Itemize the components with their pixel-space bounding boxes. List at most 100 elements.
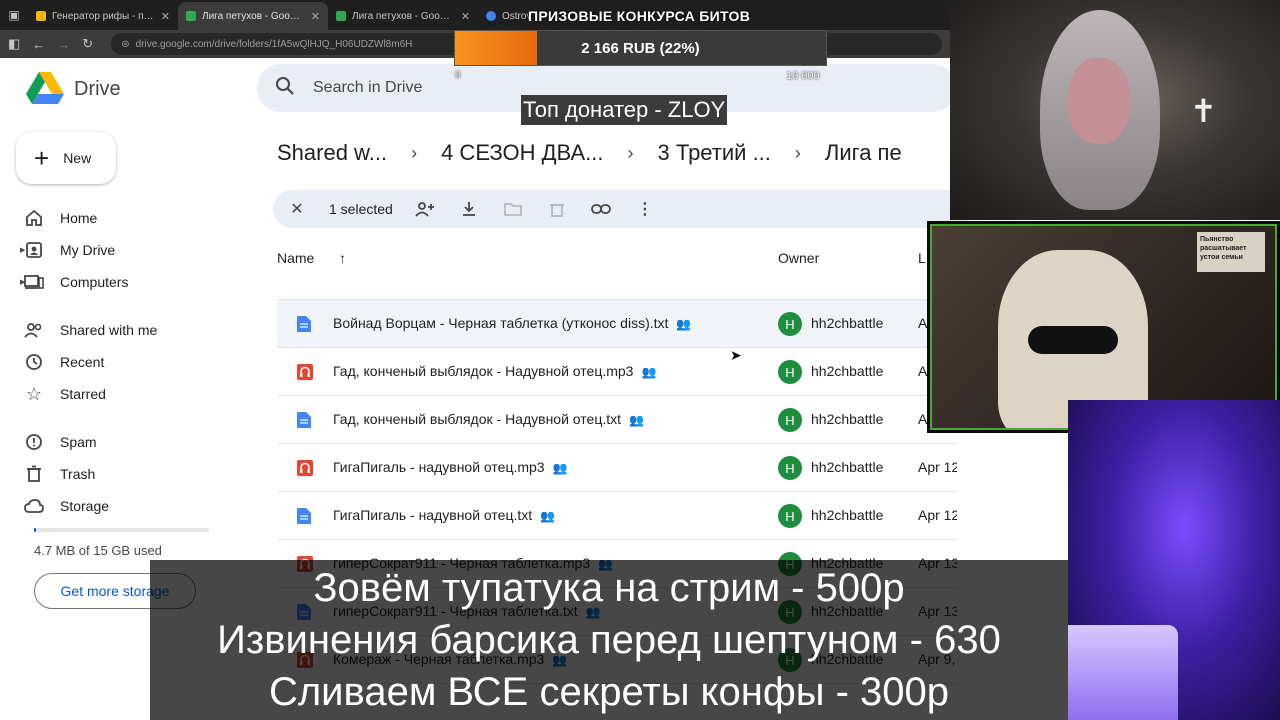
- owner-avatar: H: [778, 456, 802, 480]
- donation-captions: Зовём тупатука на стрим - 500р Извинения…: [150, 560, 1068, 720]
- clear-selection-icon[interactable]: ✕: [285, 199, 309, 219]
- last-modified: Apr 12, 2026: [918, 459, 957, 475]
- streamer-mask: [1068, 58, 1130, 144]
- owner-name: hh2chbattle: [811, 363, 884, 379]
- brand-name: Drive: [74, 77, 121, 100]
- file-name: ГигаПигаль - надувной отец.txt 👥: [333, 507, 556, 523]
- download-icon[interactable]: [457, 201, 481, 217]
- sidebar-item-starred[interactable]: ☆ Starred: [24, 384, 106, 404]
- shared-people-icon: 👥: [540, 509, 556, 523]
- owner-avatar: H: [778, 504, 802, 528]
- search-icon[interactable]: [275, 76, 295, 101]
- sort-ascending-icon[interactable]: ↑: [339, 250, 346, 266]
- tab-favicon-icon: [336, 11, 346, 21]
- owner-name: hh2chbattle: [811, 315, 884, 331]
- donation-goal-title: ПРИЗОВЫЕ КОНКУРСА БИТОВ: [528, 8, 751, 24]
- audio-file-icon: [297, 460, 313, 476]
- webcam-feed-3: [1068, 400, 1280, 720]
- sidebar-item-label: Computers: [60, 274, 129, 290]
- trash-icon: [24, 464, 44, 484]
- sidebar-item-shared-with-me[interactable]: Shared with me: [24, 320, 157, 340]
- expand-caret-icon[interactable]: ▶: [20, 278, 25, 286]
- sidebar-item-label: Spam: [60, 434, 97, 450]
- sidebar-item-trash[interactable]: Trash: [24, 464, 95, 484]
- delete-icon[interactable]: [545, 201, 569, 217]
- close-tab-icon[interactable]: ✕: [461, 10, 470, 23]
- breadcrumb-item[interactable]: Shared w...: [277, 140, 387, 166]
- column-header-name[interactable]: Name: [277, 250, 314, 266]
- wall-poster-text: Пьянство расшатывает устои семьи: [1197, 232, 1265, 272]
- sidebar-item-computers[interactable]: ▶ Computers: [20, 272, 129, 292]
- column-header-modified[interactable]: L: [918, 250, 926, 266]
- drive-logo[interactable]: Drive: [26, 72, 121, 106]
- breadcrumb-item[interactable]: 4 СЕЗОН ДВА...: [441, 140, 603, 166]
- sidebar-item-storage[interactable]: Storage: [24, 496, 109, 516]
- forward-icon[interactable]: →: [57, 37, 70, 52]
- more-actions-icon[interactable]: ⋮: [633, 199, 657, 219]
- sidebar-item-my-drive[interactable]: ▶ My Drive: [20, 240, 115, 260]
- donation-amount: 2 166 RUB (22%): [581, 40, 700, 57]
- sunglasses: [1028, 326, 1118, 354]
- search-input[interactable]: Search in Drive: [313, 79, 422, 97]
- tab-search-icon[interactable]: ▣: [0, 0, 28, 30]
- browser-tab[interactable]: Генератор рифы - подобрать ✕: [28, 2, 178, 30]
- sidebar-item-home[interactable]: Home: [24, 208, 97, 228]
- browser-tab-strip: ▣ Генератор рифы - подобрать ✕ Лига пету…: [0, 0, 950, 30]
- document-file-icon: [297, 412, 313, 428]
- caption-line: Зовём тупатука на стрим - 500р: [313, 566, 905, 610]
- table-row[interactable]: ГигаПигаль - надувной отец.mp3 👥 Hhh2chbat…: [277, 444, 957, 492]
- site-info-icon[interactable]: ⊜: [121, 39, 129, 50]
- document-file-icon: [297, 508, 313, 524]
- new-button[interactable]: + New: [16, 132, 116, 184]
- top-donor-label: Топ донатер - ZLOY: [521, 95, 728, 125]
- copy-link-icon[interactable]: [589, 203, 613, 215]
- sidebar-item-recent[interactable]: Recent: [24, 352, 104, 372]
- close-tab-icon[interactable]: ✕: [161, 10, 170, 23]
- owner-avatar: H: [778, 408, 802, 432]
- last-modified: A: [918, 411, 928, 427]
- owner-name: hh2chbattle: [811, 507, 884, 523]
- tab-favicon-icon: [186, 11, 196, 21]
- shared-people-icon: 👥: [641, 365, 657, 379]
- share-add-person-icon[interactable]: [413, 201, 437, 217]
- screen: ▣ Генератор рифы - подобрать ✕ Лига пету…: [0, 0, 1280, 720]
- table-row[interactable]: Гад, конченый выблядок - Надувной отец.t…: [277, 396, 957, 444]
- sidebar-toggle-icon[interactable]: ◧: [8, 36, 20, 52]
- table-row[interactable]: ГигаПигаль - надувной отец.txt 👥 Hhh2chbat…: [277, 492, 957, 540]
- back-icon[interactable]: ←: [32, 37, 45, 52]
- sidebar-item-label: Shared with me: [60, 322, 158, 338]
- tab-title: Лига петухов - Google Drive: [202, 10, 305, 22]
- new-button-label: New: [63, 150, 92, 166]
- browser-tab[interactable]: Лига петухов - Google Drive ✕: [328, 2, 478, 30]
- last-modified: Apr 12, 2026: [918, 507, 957, 523]
- webcam-feed-1: ✝: [950, 0, 1280, 220]
- star-icon: ☆: [25, 383, 43, 404]
- tab-title: Лига петухов - Google Drive: [352, 10, 455, 22]
- move-icon[interactable]: [501, 201, 525, 217]
- mouse-pointer-icon: ➤: [730, 347, 742, 363]
- my-drive-icon: [24, 240, 44, 260]
- tab-favicon-icon: [36, 11, 46, 21]
- close-tab-icon[interactable]: ✕: [311, 10, 320, 23]
- shared-people-icon: 👥: [552, 461, 568, 475]
- breadcrumb-item[interactable]: Лига пе: [825, 140, 902, 166]
- drive-icon: [26, 72, 64, 104]
- table-row[interactable]: Гад, конченый выблядок - Надувной отец.m…: [277, 348, 957, 396]
- table-row[interactable]: Войнад Ворцам - Черная таблетка (утконос…: [277, 300, 957, 348]
- mug: [1068, 625, 1178, 720]
- caption-line: Сливаем ВСЕ секреты конфы - 300р: [268, 670, 950, 714]
- file-name: ГигаПигаль - надувной отец.mp3 👥: [333, 459, 568, 475]
- sidebar-item-spam[interactable]: Spam: [24, 432, 97, 452]
- browser-tab-active[interactable]: Лига петухов - Google Drive ✕: [178, 2, 328, 30]
- column-header-owner[interactable]: Owner: [778, 250, 819, 266]
- sidebar-item-label: Starred: [60, 386, 106, 402]
- expand-caret-icon[interactable]: ▶: [20, 246, 25, 254]
- table-row[interactable]: [277, 280, 957, 300]
- storage-usage-text: 4.7 MB of 15 GB used: [34, 543, 162, 558]
- breadcrumb-item[interactable]: 3 Третий ...: [658, 140, 771, 166]
- shared-people-icon: 👥: [676, 317, 692, 331]
- reload-icon[interactable]: ↻: [82, 36, 93, 52]
- selection-count: 1 selected: [329, 201, 393, 217]
- spam-icon: [24, 432, 44, 452]
- file-name: Войнад Ворцам - Черная таблетка (утконос…: [333, 315, 692, 331]
